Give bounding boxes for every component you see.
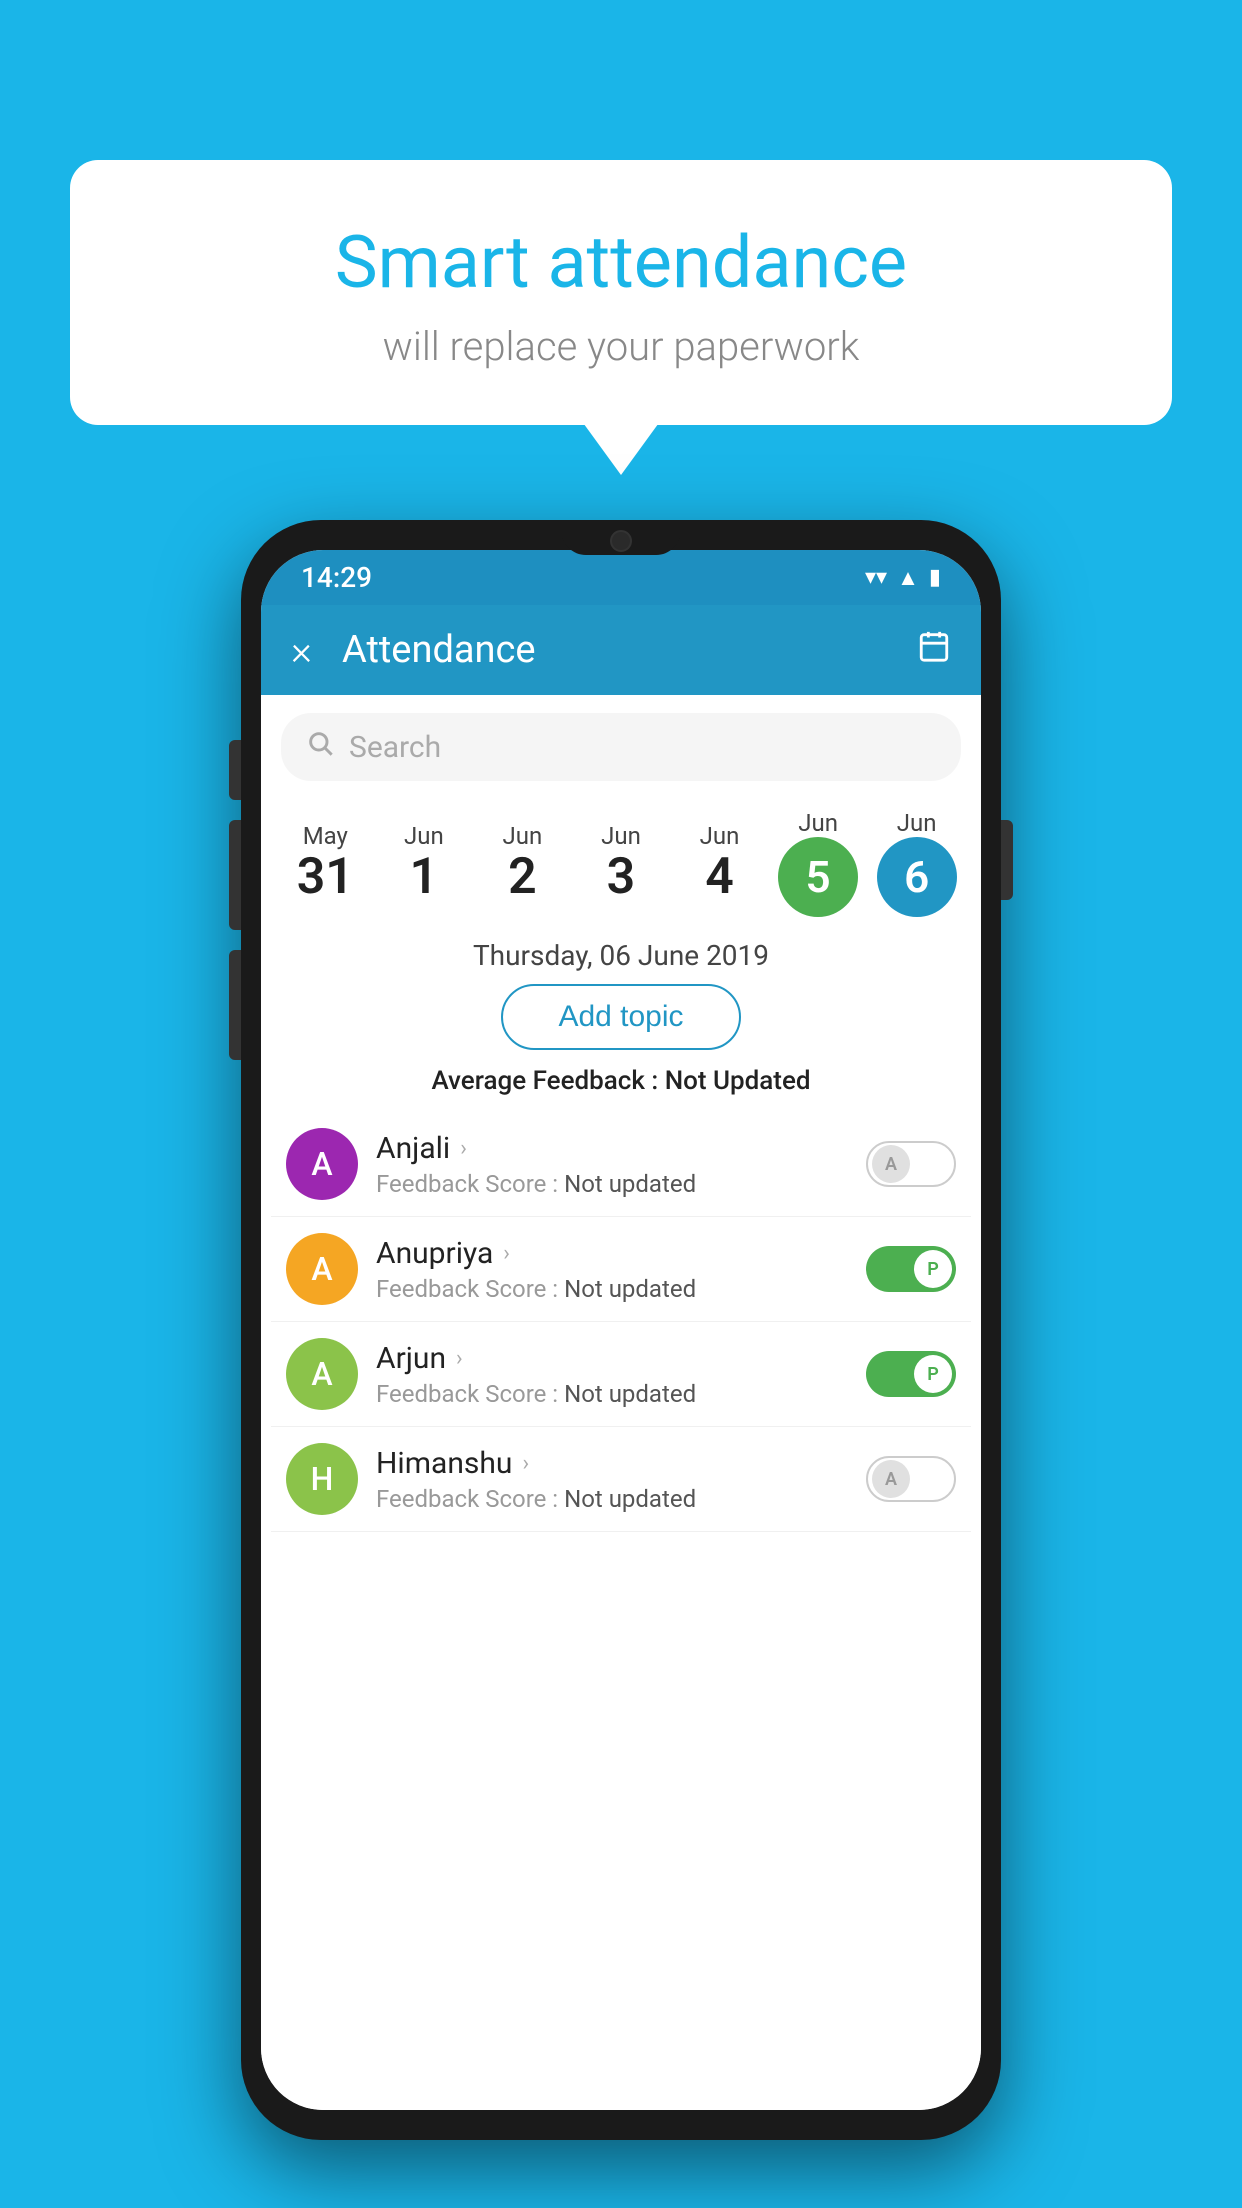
student-info-anjali: Anjali › Feedback Score : Not updated	[376, 1131, 848, 1198]
date-jun3[interactable]: Jun 3	[576, 822, 666, 905]
student-info-arjun: Arjun › Feedback Score : Not updated	[376, 1341, 848, 1408]
date-jun6-selected[interactable]: Jun 6	[872, 809, 962, 917]
app-bar: × Attendance	[261, 605, 981, 695]
date-strip: May 31 Jun 1 Jun 2 Jun	[261, 799, 981, 917]
student-name-himanshu: Himanshu ›	[376, 1446, 848, 1481]
selected-date-label: Thursday, 06 June 2019	[261, 939, 981, 972]
calendar-icon[interactable]	[917, 629, 951, 672]
date-jun5-today[interactable]: Jun 5	[773, 809, 863, 917]
chevron-icon: ›	[503, 1241, 510, 1266]
toggle-anupriya[interactable]: P	[866, 1246, 956, 1292]
avatar-anjali: A	[286, 1128, 358, 1200]
student-feedback-arjun: Feedback Score : Not updated	[376, 1380, 848, 1408]
student-list: A Anjali › Feedback Score : Not updated	[261, 1112, 981, 1532]
date-may31[interactable]: May 31	[280, 822, 370, 905]
speech-bubble-title: Smart attendance	[120, 220, 1122, 305]
toggle-himanshu[interactable]: A	[866, 1456, 956, 1502]
student-item-himanshu[interactable]: H Himanshu › Feedback Score : Not update…	[271, 1427, 971, 1532]
chevron-icon: ›	[460, 1136, 467, 1161]
signal-icon: ▲	[897, 565, 919, 591]
speech-bubble-subtitle: will replace your paperwork	[120, 323, 1122, 370]
status-icons: ▾▾ ▲ ▮	[865, 565, 941, 591]
student-info-anupriya: Anupriya › Feedback Score : Not updated	[376, 1236, 848, 1303]
toggle-arjun[interactable]: P	[866, 1351, 956, 1397]
date-jun4[interactable]: Jun 4	[675, 822, 765, 905]
add-topic-button[interactable]: Add topic	[501, 984, 740, 1050]
student-name-arjun: Arjun ›	[376, 1341, 848, 1376]
close-button[interactable]: ×	[291, 627, 312, 674]
wifi-icon: ▾▾	[865, 565, 887, 590]
student-item-anupriya[interactable]: A Anupriya › Feedback Score : Not update…	[271, 1217, 971, 1322]
speech-bubble: Smart attendance will replace your paper…	[70, 160, 1172, 425]
avatar-arjun: A	[286, 1338, 358, 1410]
avatar-himanshu: H	[286, 1443, 358, 1515]
battery-icon: ▮	[929, 565, 941, 590]
volume-down-button	[229, 820, 241, 930]
toggle-anjali[interactable]: A	[866, 1141, 956, 1187]
student-name-anupriya: Anupriya ›	[376, 1236, 848, 1271]
avatar-anupriya: A	[286, 1233, 358, 1305]
date-jun1[interactable]: Jun 1	[379, 822, 469, 905]
student-item-anjali[interactable]: A Anjali › Feedback Score : Not updated	[271, 1112, 971, 1217]
student-feedback-himanshu: Feedback Score : Not updated	[376, 1485, 848, 1513]
phone-frame: 14:29 ▾▾ ▲ ▮ × Attendance	[241, 520, 1001, 2140]
silent-button	[229, 950, 241, 1060]
student-feedback-anupriya: Feedback Score : Not updated	[376, 1275, 848, 1303]
volume-up-button	[229, 740, 241, 800]
student-name-anjali: Anjali ›	[376, 1131, 848, 1166]
student-item-arjun[interactable]: A Arjun › Feedback Score : Not updated	[271, 1322, 971, 1427]
screen-content: Search May 31 Jun 1 Jun	[261, 695, 981, 2110]
student-info-himanshu: Himanshu › Feedback Score : Not updated	[376, 1446, 848, 1513]
status-time: 14:29	[301, 561, 372, 594]
average-feedback: Average Feedback : Not Updated	[261, 1066, 981, 1096]
chevron-icon: ›	[522, 1451, 529, 1476]
search-icon	[306, 729, 334, 765]
camera-dot	[610, 530, 632, 552]
date-jun2[interactable]: Jun 2	[477, 822, 567, 905]
search-bar[interactable]: Search	[281, 713, 961, 781]
phone-wrapper: 14:29 ▾▾ ▲ ▮ × Attendance	[241, 520, 1001, 2140]
student-feedback-anjali: Feedback Score : Not updated	[376, 1170, 848, 1198]
chevron-icon: ›	[456, 1346, 463, 1371]
power-button	[1001, 820, 1013, 900]
phone-screen: 14:29 ▾▾ ▲ ▮ × Attendance	[261, 550, 981, 2110]
status-bar: 14:29 ▾▾ ▲ ▮	[261, 550, 981, 605]
phone-notch	[561, 520, 681, 555]
search-placeholder: Search	[349, 730, 441, 765]
app-title: Attendance	[342, 628, 917, 672]
